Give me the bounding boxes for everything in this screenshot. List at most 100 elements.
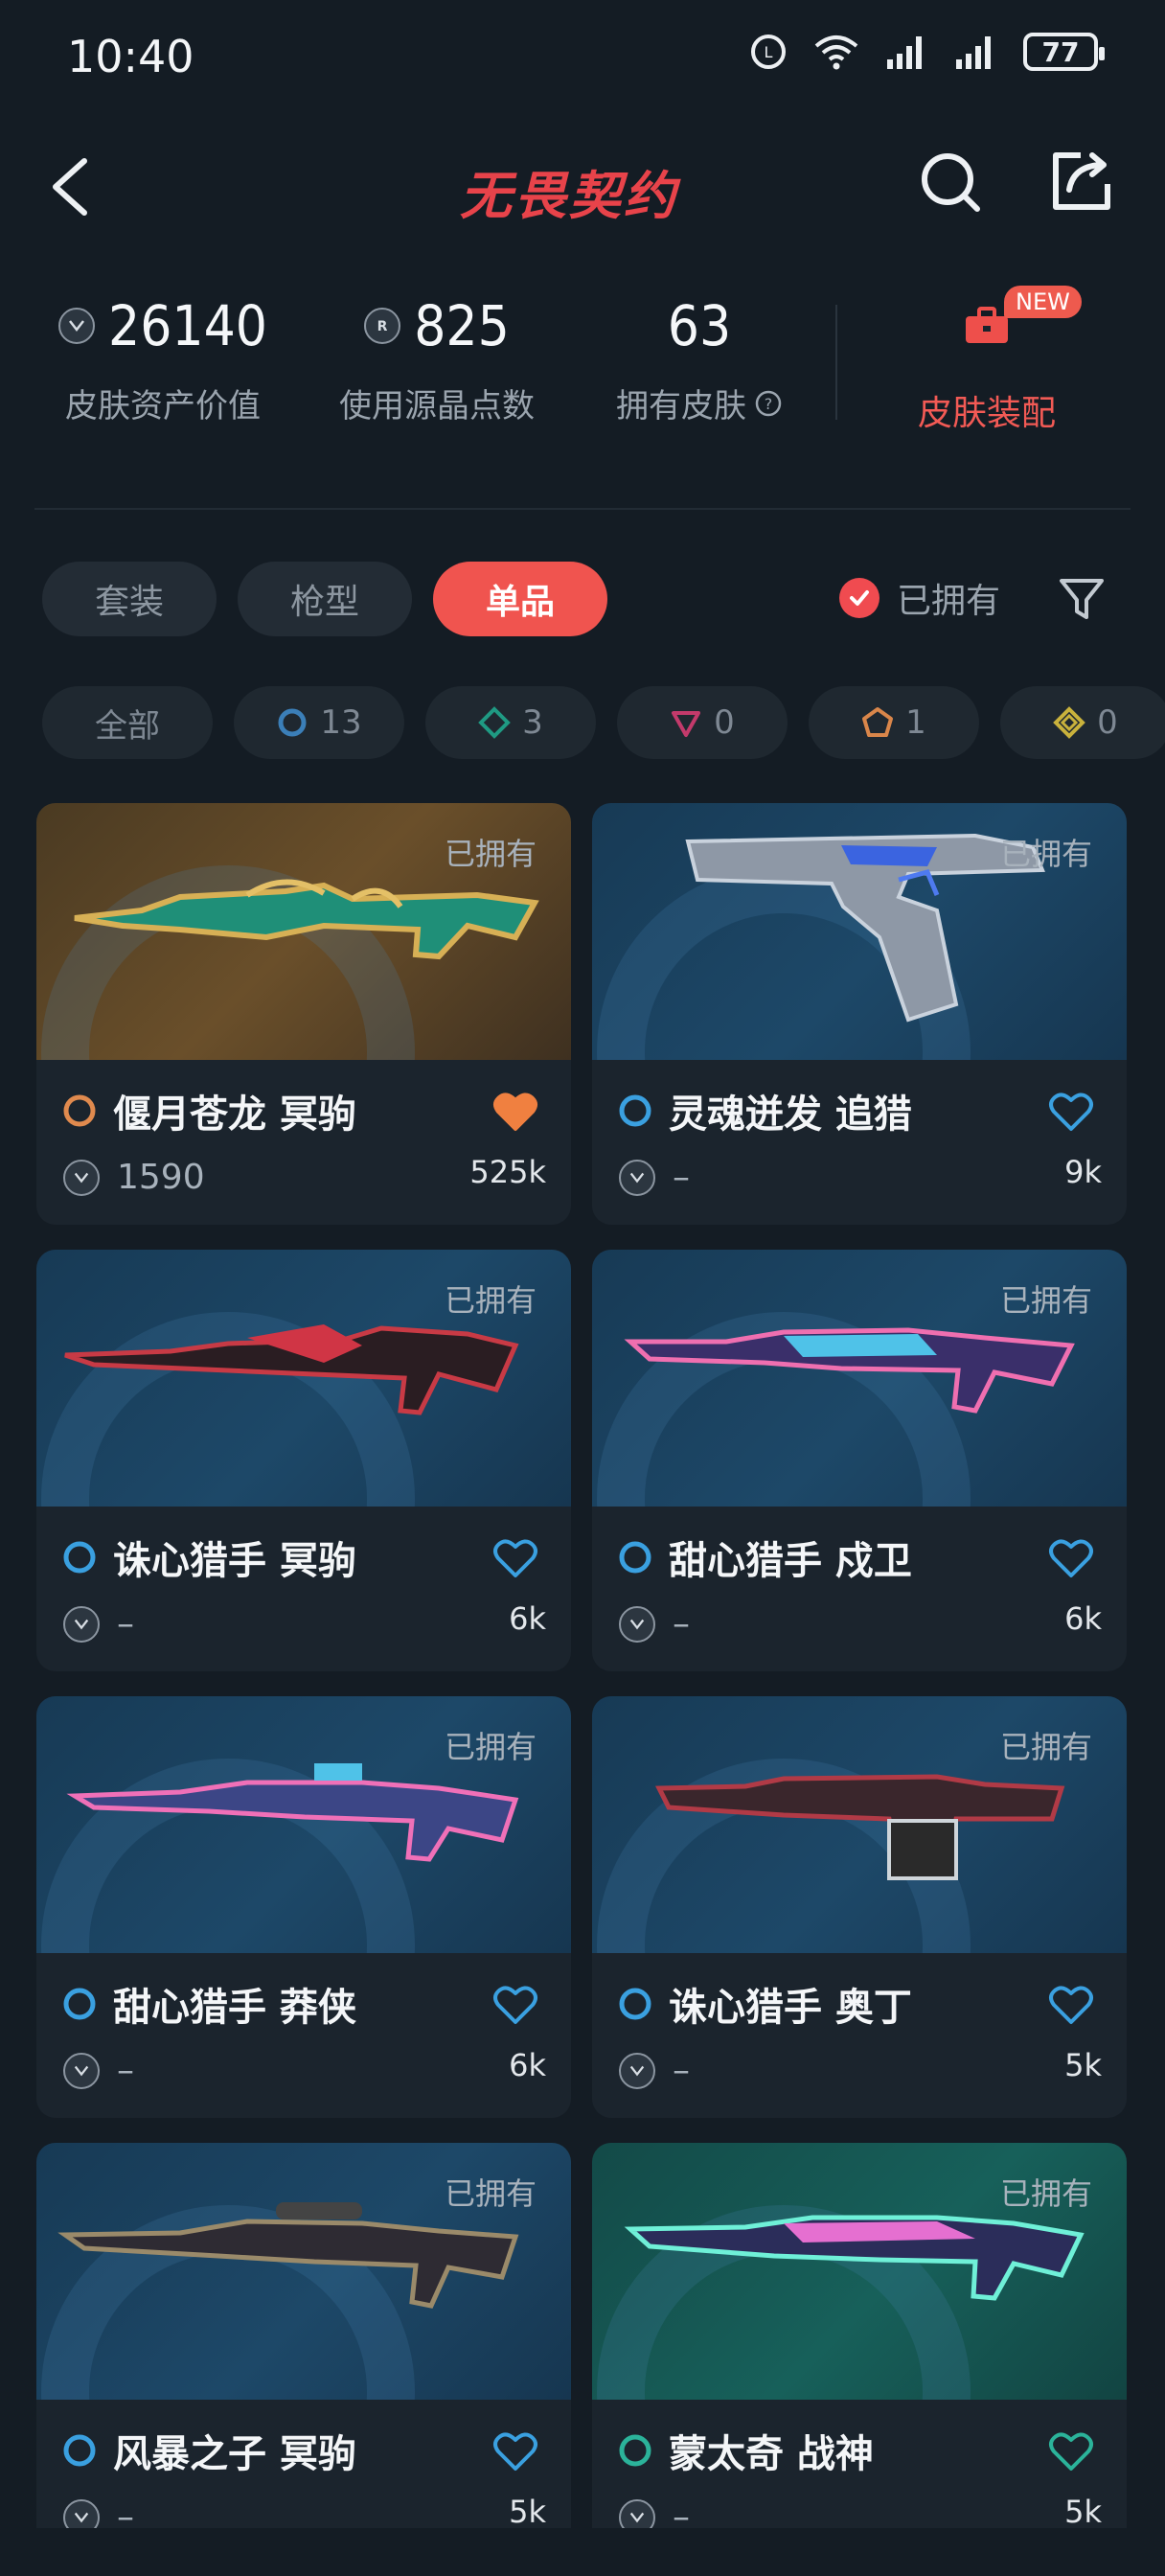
skin-grid: 已拥有 偃月苍龙 冥驹 1590 525k 已拥有 灵魂迸发 追猎 – 9k 已… bbox=[36, 803, 1129, 2528]
chip-premium-tier[interactable]: 0 bbox=[617, 686, 788, 759]
help-icon[interactable]: ? bbox=[754, 389, 783, 418]
volte-icon: L bbox=[751, 34, 786, 69]
stat-asset-value: 26140 皮肤资产价值 bbox=[48, 288, 278, 426]
skin-equip-label: 皮肤装配 bbox=[917, 394, 1056, 433]
skin-name: 偃月苍龙 冥驹 bbox=[113, 1092, 356, 1137]
radianite-label: 使用源晶点数 bbox=[339, 387, 535, 426]
valorant-points-icon bbox=[63, 2052, 100, 2089]
skin-card[interactable]: 已拥有 诛心猎手 奥丁 – 5k bbox=[592, 1696, 1127, 2118]
owned-label: 已拥有 bbox=[444, 836, 537, 872]
like-count: 6k bbox=[509, 1600, 546, 1637]
svg-text:L: L bbox=[765, 43, 773, 61]
chip-deluxe-tier[interactable]: 3 bbox=[425, 686, 596, 759]
valorant-points-icon bbox=[58, 308, 96, 344]
owned-label: 已拥有 bbox=[999, 1729, 1092, 1765]
search-icon[interactable] bbox=[918, 150, 985, 217]
status-bar: 10:40 L 77 bbox=[0, 0, 1165, 115]
filter-icon[interactable] bbox=[1056, 573, 1108, 625]
heart-icon[interactable] bbox=[1048, 1984, 1094, 2026]
heart-icon[interactable] bbox=[1048, 1537, 1094, 1579]
app-logo-title: 无畏契约 bbox=[460, 166, 678, 226]
tier-icon bbox=[619, 2434, 651, 2467]
owned-filter-toggle[interactable]: 已拥有 bbox=[839, 573, 1000, 623]
skin-price: 1590 bbox=[117, 1158, 205, 1197]
top-nav: 无畏契约 bbox=[0, 134, 1165, 240]
heart-icon[interactable] bbox=[492, 2430, 538, 2472]
owned-label: 已拥有 bbox=[999, 1282, 1092, 1319]
tab-single-items[interactable]: 单品 bbox=[433, 562, 607, 636]
category-tabs: 套装 枪型 单品 bbox=[42, 562, 607, 636]
skin-card[interactable]: 已拥有 蒙太奇 战神 – 5k bbox=[592, 2143, 1127, 2528]
chip-ultra-count: 0 bbox=[1097, 703, 1118, 742]
like-count: 9k bbox=[1064, 1154, 1102, 1190]
skin-equip-button[interactable]: NEW 皮肤装配 bbox=[881, 286, 1092, 435]
chip-all[interactable]: 全部 bbox=[42, 686, 213, 759]
owned-label: 已拥有 bbox=[999, 836, 1092, 872]
skin-card[interactable]: 已拥有 风暴之子 冥驹 – 5k bbox=[36, 2143, 571, 2528]
skin-price: – bbox=[673, 2497, 690, 2528]
skin-card[interactable]: 已拥有 偃月苍龙 冥驹 1590 525k bbox=[36, 803, 571, 1225]
section-divider bbox=[34, 508, 1131, 510]
share-icon[interactable] bbox=[1048, 148, 1115, 215]
owned-filter-label: 已拥有 bbox=[897, 582, 1001, 621]
skin-price: – bbox=[117, 2051, 134, 2090]
heart-icon[interactable] bbox=[492, 1091, 538, 1133]
premium-tier-icon bbox=[672, 711, 701, 737]
signal-icon-1 bbox=[887, 36, 922, 69]
skin-card[interactable]: 已拥有 甜心猎手 戍卫 – 6k bbox=[592, 1250, 1127, 1671]
skin-image: 已拥有 bbox=[36, 1250, 571, 1506]
valorant-points-icon bbox=[63, 2498, 100, 2528]
chip-deluxe-count: 3 bbox=[522, 703, 543, 742]
skin-image: 已拥有 bbox=[36, 803, 571, 1060]
svg-text:R: R bbox=[377, 319, 388, 334]
status-icons: L 77 bbox=[749, 33, 1105, 71]
heart-icon[interactable] bbox=[1048, 1091, 1094, 1133]
skin-image: 已拥有 bbox=[36, 1696, 571, 1953]
chip-premium-count: 0 bbox=[714, 703, 735, 742]
new-badge: NEW bbox=[1004, 286, 1082, 318]
skin-card[interactable]: 已拥有 诛心猎手 冥驹 – 6k bbox=[36, 1250, 571, 1671]
chip-exclusive-tier[interactable]: 1 bbox=[809, 686, 979, 759]
tier-icon bbox=[63, 1988, 96, 2020]
tier-icon bbox=[63, 1094, 96, 1127]
skin-image: 已拥有 bbox=[592, 2143, 1127, 2400]
tier-icon bbox=[63, 1541, 96, 1574]
tab-weapon-type[interactable]: 枪型 bbox=[238, 562, 412, 636]
valorant-points-icon bbox=[619, 2498, 655, 2528]
radianite-icon: R bbox=[364, 308, 401, 344]
heart-icon[interactable] bbox=[492, 1984, 538, 2026]
tab-bundles[interactable]: 套装 bbox=[42, 562, 217, 636]
tier-icon bbox=[619, 1094, 651, 1127]
wifi-icon bbox=[814, 35, 858, 70]
stats-panel: 26140 皮肤资产价值 R 825 使用源晶点数 63 拥有皮肤 ? NEW … bbox=[0, 286, 1165, 450]
back-arrow-icon[interactable] bbox=[42, 144, 109, 230]
skin-card[interactable]: 已拥有 灵魂迸发 追猎 – 9k bbox=[592, 803, 1127, 1225]
tier-icon bbox=[63, 2434, 96, 2467]
heart-icon[interactable] bbox=[1048, 2430, 1094, 2472]
skin-name: 甜心猎手 莽侠 bbox=[113, 1986, 356, 2030]
chip-ultra-tier[interactable]: 0 bbox=[1000, 686, 1165, 759]
chip-all-label: 全部 bbox=[95, 706, 160, 746]
chip-select-tier[interactable]: 13 bbox=[234, 686, 404, 759]
heart-icon[interactable] bbox=[492, 1537, 538, 1579]
owned-label: 已拥有 bbox=[444, 2175, 537, 2212]
ultra-tier-icon bbox=[1053, 706, 1086, 739]
skin-image: 已拥有 bbox=[592, 1696, 1127, 1953]
skin-name: 甜心猎手 戍卫 bbox=[669, 1539, 912, 1583]
signal-icon-2 bbox=[956, 36, 991, 69]
rarity-filter-chips: 全部 13 3 0 1 0 bbox=[42, 686, 1165, 759]
battery-indicator: 77 bbox=[1023, 33, 1105, 71]
chip-select-count: 13 bbox=[320, 703, 362, 742]
skin-name: 蒙太奇 战神 bbox=[669, 2432, 874, 2476]
asset-value-label: 皮肤资产价值 bbox=[65, 387, 261, 426]
svg-text:?: ? bbox=[765, 395, 773, 413]
owned-label: 已拥有 bbox=[999, 2175, 1092, 2212]
checkmark-icon bbox=[839, 578, 879, 618]
like-count: 5k bbox=[509, 2494, 546, 2528]
skin-card[interactable]: 已拥有 甜心猎手 莽侠 – 6k bbox=[36, 1696, 571, 2118]
asset-value: 26140 bbox=[108, 293, 267, 358]
chip-exclusive-count: 1 bbox=[905, 703, 926, 742]
owned-label: 已拥有 bbox=[444, 1282, 537, 1319]
tier-icon bbox=[619, 1541, 651, 1574]
owned-skins-value: 63 bbox=[667, 293, 732, 358]
